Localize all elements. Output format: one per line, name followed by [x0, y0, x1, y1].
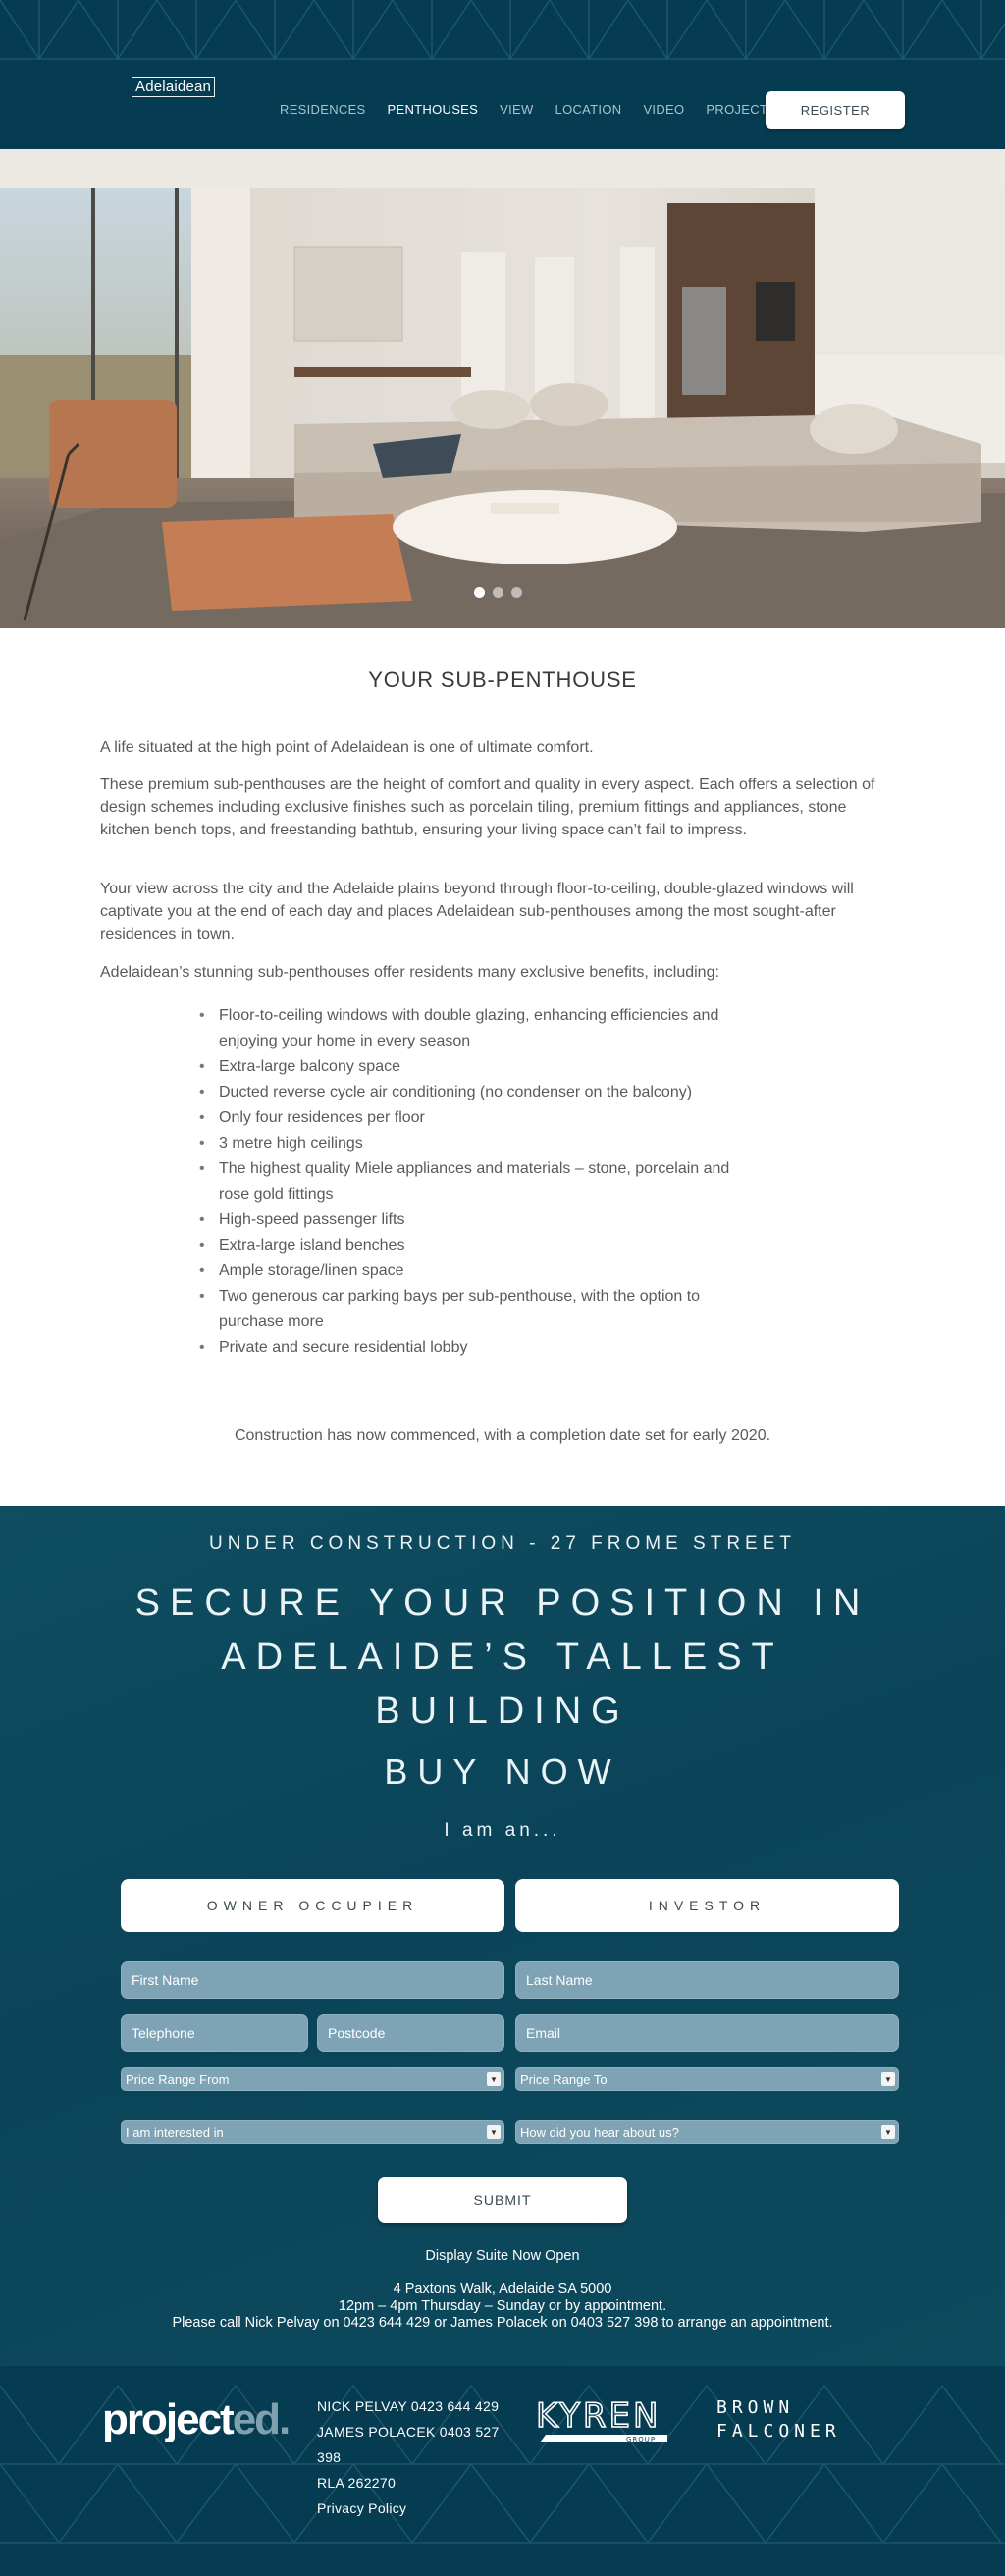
section-title: YOUR SUB-PENTHOUSE: [368, 668, 637, 692]
living-room-image: [0, 149, 1005, 628]
benefits-list: Floor-to-ceiling windows with double gla…: [199, 1003, 755, 1361]
projected-logo-suffix: ed.: [232, 2395, 291, 2443]
price-range-to-value: Price Range To: [520, 2071, 608, 2087]
investor-button[interactable]: INVESTOR: [515, 1879, 899, 1932]
kyren-logo-text: KYREN: [536, 2396, 661, 2436]
chevron-down-icon: ▼: [487, 2072, 501, 2086]
kyren-logo-subtext: GROUP: [626, 2436, 656, 2443]
headline: SECURE YOUR POSITION IN ADELAIDE’S TALLE…: [134, 1583, 871, 1732]
contact-james[interactable]: JAMES POLACEK 0403 527 398: [317, 2419, 503, 2470]
owner-occupier-button[interactable]: OWNER OCCUPIER: [121, 1879, 504, 1932]
hero-slider[interactable]: [0, 149, 1005, 628]
falconer-logo-text: FALCONER: [716, 2421, 841, 2442]
list-item: Extra-large balcony space: [199, 1054, 755, 1080]
brown-logo-text: BROWN: [716, 2397, 794, 2418]
intro-paragraph: A life situated at the high point of Ade…: [100, 739, 594, 756]
list-item: Two generous car parking bays per sub-pe…: [199, 1284, 755, 1335]
first-name-field[interactable]: First Name: [121, 1961, 504, 1999]
rla-number: RLA 262270: [317, 2475, 397, 2491]
list-item: The highest quality Miele appliances and…: [199, 1156, 755, 1208]
display-suite-address: 4 Paxtons Walk, Adelaide SA 5000: [393, 2281, 612, 2297]
nav-residences[interactable]: RESIDENCES: [280, 102, 366, 117]
view-paragraph: Your view across the city and the Adelai…: [100, 881, 854, 942]
kyren-group-logo[interactable]: KYREN GROUP: [536, 2393, 673, 2448]
premium-paragraph: These premium sub-penthouses are the hei…: [100, 777, 875, 838]
list-item: Ample storage/linen space: [199, 1259, 755, 1284]
list-item: Ducted reverse cycle air conditioning (n…: [199, 1080, 755, 1105]
nav-penthouses[interactable]: PENTHOUSES: [388, 102, 479, 117]
list-item: Floor-to-ceiling windows with double gla…: [199, 1003, 755, 1054]
chevron-down-icon: ▼: [881, 2125, 895, 2139]
buy-now-heading: BUY NOW: [384, 1751, 621, 1792]
projected-logo-main: project: [102, 2395, 235, 2443]
privacy-policy-link[interactable]: Privacy Policy: [317, 2496, 503, 2521]
price-range-to-select[interactable]: Price Range To ▼: [515, 2067, 899, 2091]
adelaidean-logo[interactable]: Adelaidean: [132, 77, 216, 97]
list-item: Private and secure residential lobby: [199, 1335, 755, 1361]
site-header: Adelaidean RESIDENCES PENTHOUSES VIEW LO…: [0, 0, 1005, 149]
list-item: High-speed passenger lifts: [199, 1208, 755, 1233]
contact-nick[interactable]: NICK PELVAY 0423 644 429: [317, 2393, 503, 2419]
register-section: UNDER CONSTRUCTION - 27 FROME STREET SEC…: [0, 1506, 1005, 2366]
nav-view[interactable]: VIEW: [500, 102, 533, 117]
interested-in-select[interactable]: I am interested in ▼: [121, 2120, 504, 2144]
heard-about-select[interactable]: How did you hear about us? ▼: [515, 2120, 899, 2144]
heard-about-value: How did you hear about us?: [520, 2124, 679, 2140]
slider-dot-3[interactable]: [511, 587, 522, 598]
chevron-down-icon: ▼: [881, 2072, 895, 2086]
slider-dots: [474, 587, 522, 598]
contact-list: NICK PELVAY 0423 644 429 JAMES POLACEK 0…: [317, 2393, 503, 2521]
list-item: 3 metre high ceilings: [199, 1131, 755, 1156]
nav-location[interactable]: LOCATION: [555, 102, 622, 117]
price-range-from-value: Price Range From: [126, 2071, 230, 2087]
postcode-field[interactable]: Postcode: [317, 2014, 504, 2052]
chevron-down-icon: ▼: [487, 2125, 501, 2139]
benefits-intro: Adelaidean’s stunning sub-penthouses off…: [100, 964, 719, 981]
i-am-an-label: I am an...: [444, 1820, 561, 1841]
telephone-field[interactable]: Telephone: [121, 2014, 308, 2052]
register-button[interactable]: REGISTER: [766, 91, 905, 129]
list-item: Extra-large island benches: [199, 1233, 755, 1259]
main-nav: RESIDENCES PENTHOUSES VIEW LOCATION VIDE…: [280, 102, 767, 117]
nav-project[interactable]: PROJECT: [706, 102, 767, 117]
brown-falconer-logo[interactable]: BROWN FALCONER: [716, 2395, 893, 2444]
last-name-field[interactable]: Last Name: [515, 1961, 899, 1999]
price-range-from-select[interactable]: Price Range From ▼: [121, 2067, 504, 2091]
nav-video[interactable]: VIDEO: [643, 102, 684, 117]
email-field[interactable]: Email: [515, 2014, 899, 2052]
interested-in-value: I am interested in: [126, 2124, 224, 2140]
site-footer: projected. NICK PELVAY 0423 644 429 JAME…: [0, 2366, 1005, 2576]
display-suite-hours: 12pm – 4pm Thursday – Sunday or by appoi…: [338, 2298, 667, 2314]
projected-logo[interactable]: projected.: [102, 2395, 291, 2444]
display-suite-call: Please call Nick Pelvay on 0423 644 429 …: [172, 2315, 833, 2331]
list-item: Only four residences per floor: [199, 1105, 755, 1131]
under-construction-heading: UNDER CONSTRUCTION - 27 FROME STREET: [208, 1533, 797, 1554]
slider-dot-2[interactable]: [493, 587, 503, 598]
submit-button[interactable]: SUBMIT: [378, 2177, 627, 2223]
display-suite-heading: Display Suite Now Open: [425, 2248, 580, 2264]
construction-note: Construction has now commenced, with a c…: [234, 1427, 771, 1444]
slider-dot-1[interactable]: [474, 587, 485, 598]
